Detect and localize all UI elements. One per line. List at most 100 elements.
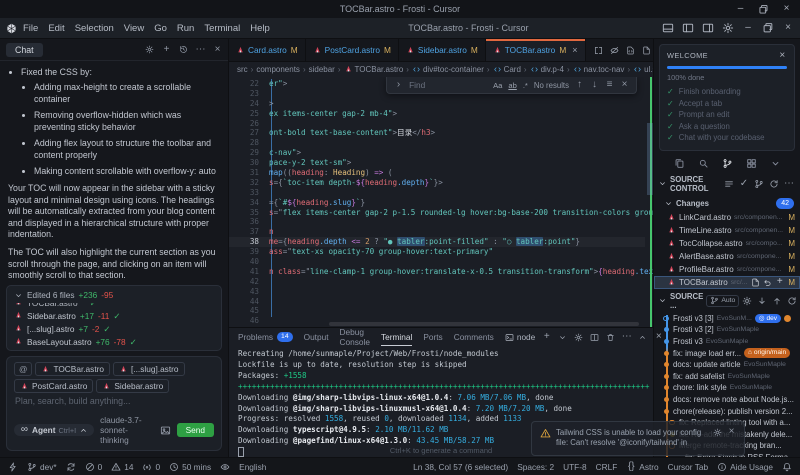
menu-help[interactable]: Help [245,21,275,36]
breadcrumb-item[interactable]: nav.toc-nav [573,65,625,74]
settings-gear-icon[interactable] [574,333,583,342]
changed-file-row[interactable]: AlertBase.astrosrc/compone...M [654,250,800,263]
close-find-icon[interactable]: × [620,81,629,90]
menu-view[interactable]: View [119,21,149,36]
menu-selection[interactable]: Selection [70,21,119,36]
context-chip[interactable]: PostCard.astro [14,379,93,393]
code-editor[interactable]: › Find Aa ab .* No results ↑ ↓ ≡ × 22er"… [229,77,653,327]
more-icon[interactable]: ⋯ [622,333,631,342]
menu-edit[interactable]: Edit [43,21,69,36]
status-sync[interactable] [66,462,76,472]
more-icon[interactable]: ⋯ [196,45,205,54]
panel-tab-ports[interactable]: Ports [423,328,442,346]
commit-row[interactable]: docs: remove note about Node.js... [654,394,800,406]
editor-tab-TOCBar.astro[interactable]: TOCBar.astroM× [486,39,586,61]
commit-row[interactable]: Frosti v3 [2]EvoSunMaple [654,324,800,336]
status-errors[interactable]: 0 [85,462,103,472]
status-cursor-tab[interactable]: Cursor Tab [668,462,708,472]
minimize-icon[interactable]: – [735,4,746,15]
open-file-icon[interactable] [751,278,760,287]
prev-match-icon[interactable]: ↑ [575,81,584,90]
arrow-up-icon[interactable] [772,296,782,306]
panel-tab-problems[interactable]: Problems14 [238,328,293,346]
send-button[interactable]: Send [177,423,214,437]
settings-gear-icon[interactable] [722,22,734,34]
mode-selector[interactable]: ∞ Agent Ctrl+I [14,424,94,436]
context-chip[interactable]: [...slug].astro [113,362,185,376]
editor-tab-Card.astro[interactable]: Card.astroM [229,39,306,61]
commit-row[interactable]: Frosti v3 [3]EvoSunM...◎ dev [654,313,800,325]
search-icon[interactable] [698,158,709,169]
close-window-icon[interactable]: × [781,4,792,15]
trash-icon[interactable] [606,333,615,342]
discard-icon[interactable] [763,278,772,287]
open-file-icon[interactable] [642,46,651,55]
changed-file-row[interactable]: TocCollapse.astrosrc/compo...M [654,237,800,250]
panel-tab-comments[interactable]: Comments [454,328,494,346]
close-tab-icon[interactable]: × [572,45,577,55]
status-indentation[interactable]: Spaces: 2 [517,462,554,472]
editor-tab-Sidebar.astro[interactable]: Sidebar.astroM [399,39,486,61]
grid-icon[interactable] [746,158,757,169]
image-icon[interactable] [160,425,171,436]
add-context-button[interactable]: @ [14,362,32,376]
terminal-shell-selector[interactable]: node [505,332,535,342]
refresh-icon[interactable] [769,179,779,189]
commit-row[interactable]: chore(release): publish version 2... [654,405,800,417]
changed-file-row[interactable]: LinkCard.astrosrc/componen...M [654,211,800,224]
status-screen-reader[interactable] [220,462,230,472]
commit-row[interactable]: docs: update articleEvoSunMaple [654,359,800,371]
menu-run[interactable]: Run [172,21,199,36]
status-language[interactable]: English [239,462,266,472]
status-warnings[interactable]: 14 [111,462,133,472]
settings-gear-icon[interactable] [742,296,752,306]
commit-row[interactable]: chore: link styleEvoSunMaple [654,382,800,394]
source-control-header[interactable]: SOURCE CONTROL ✓⋯ [654,172,800,195]
chev-down-icon[interactable] [770,158,781,169]
chev-down-icon[interactable] [558,333,567,342]
find-in-selection-icon[interactable]: ≡ [605,81,614,90]
commit-row[interactable]: fix: image load err...⌂ origin/main [654,347,800,359]
horizontal-scrollbar[interactable] [329,322,639,326]
settings-gear-icon[interactable] [713,428,722,437]
layout-l-icon[interactable] [682,22,694,34]
arrow-down-icon[interactable] [757,296,767,306]
layout-b-icon[interactable] [662,22,674,34]
status-language-mode[interactable]: {}Astro [626,462,658,472]
find-input[interactable]: Find [409,80,487,90]
close-window-icon[interactable]: × [782,22,794,34]
settings-gear-icon[interactable] [145,45,154,54]
status-remote[interactable] [8,462,18,472]
split-icon[interactable] [590,333,599,342]
chat-input[interactable]: Plan, search, build anything... [15,396,214,406]
panel-tab-terminal[interactable]: Terminal [381,328,412,346]
edited-file-row[interactable]: Sidebar.astro+17-11✓ [14,309,214,322]
menu-terminal[interactable]: Terminal [199,21,245,36]
history-icon[interactable] [179,45,188,54]
edited-file-row[interactable]: TOCBar.astro✓ [14,303,214,309]
match-case-toggle[interactable]: Aa [493,81,502,90]
refresh-icon[interactable] [787,296,797,306]
file-code-icon[interactable] [626,46,635,55]
commit-row[interactable]: Frosti v3EvoSunMaple [654,336,800,348]
next-match-icon[interactable]: ↓ [590,81,599,90]
changed-file-row[interactable]: TimeLine.astrosrc/componen...M [654,224,800,237]
add-icon[interactable]: + [162,45,171,54]
status-timer[interactable]: 50 mins [169,462,211,472]
status-git-branch[interactable]: dev* [27,462,57,472]
regex-toggle[interactable]: .* [523,81,528,90]
restore-icon[interactable] [762,22,774,34]
vertical-scrollbar[interactable] [647,123,653,195]
status-ports[interactable]: 0 [142,462,160,472]
menu-file[interactable]: File [18,21,43,36]
scm-icon[interactable] [722,158,733,169]
whole-word-toggle[interactable]: ab [508,81,516,90]
expand-replace-icon[interactable]: › [394,81,403,90]
close-icon[interactable]: × [213,45,222,54]
model-selector[interactable]: claude-3.7-sonnet-thinking [100,415,153,445]
breadcrumb-item[interactable]: TOCBar.astro [344,65,404,74]
changed-file-row[interactable]: ProfileBar.astrosrc/compone...M [654,263,800,276]
minimize-icon[interactable]: – [742,22,754,34]
status-notifications[interactable] [782,462,792,472]
breadcrumb-item[interactable]: ul.space [633,65,653,74]
